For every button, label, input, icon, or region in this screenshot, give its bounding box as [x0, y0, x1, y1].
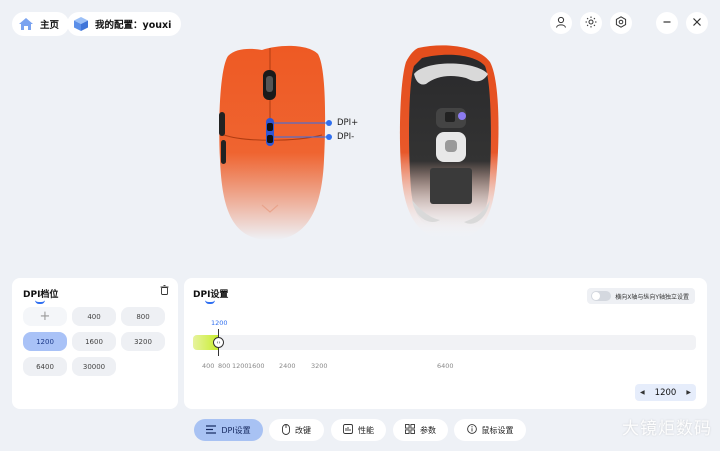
dpi-slider-track[interactable]: ‹› — [193, 329, 696, 356]
decrease-arrow-icon[interactable]: ◀ — [640, 389, 645, 396]
plus-icon: + — [39, 309, 51, 324]
add-dpi-level-button[interactable]: + — [23, 307, 67, 326]
tab-remap[interactable]: 改键 — [269, 419, 324, 441]
independent-xy-toggle[interactable] — [591, 291, 612, 301]
dpi-levels-panel: DPI档位 + 400 800 1200 1600 3200 6400 3000… — [12, 278, 178, 409]
current-dpi-label: 1200 — [211, 319, 228, 327]
home-label: 主页 — [40, 20, 60, 31]
trash-icon[interactable] — [160, 285, 169, 295]
dpi-stepper-value[interactable]: 1200 — [655, 388, 677, 398]
home-button[interactable]: 主页 — [12, 12, 70, 36]
close-button[interactable] — [686, 12, 708, 34]
window-controls — [550, 12, 708, 34]
home-icon — [18, 16, 34, 32]
dpi-tick-label: 2400 — [279, 362, 296, 370]
dpi-slider-thumb[interactable]: ‹› — [213, 337, 224, 348]
info-icon — [466, 424, 477, 436]
dpi-level-option[interactable]: 3200 — [121, 332, 165, 351]
dpi-minus-callout: DPI- — [337, 132, 355, 142]
dpi-settings-title: DPI设置 — [193, 287, 228, 304]
dpi-level-option[interactable]: 1600 — [72, 332, 116, 351]
minimize-button[interactable] — [656, 12, 678, 34]
drag-arrows-icon: ‹› — [216, 339, 221, 346]
dpi-tick-label: 6400 — [437, 362, 454, 370]
mouse-preview: DPI+ DPI- — [200, 40, 520, 250]
cube-icon — [73, 16, 89, 32]
chart-icon — [343, 424, 353, 436]
independent-xy-setting: 横向X轴与纵向Y轴独立设置 — [587, 288, 695, 304]
user-button[interactable] — [550, 12, 572, 34]
tab-mouse-settings[interactable]: 鼠标设置 — [454, 419, 526, 441]
dpi-levels-title: DPI档位 — [23, 287, 58, 304]
user-icon — [555, 16, 567, 31]
dpi-level-option[interactable]: 800 — [121, 307, 165, 326]
dpi-level-option[interactable]: 30000 — [72, 357, 116, 376]
dpi-plus-callout: DPI+ — [337, 118, 359, 128]
dpi-tick-label: 1600 — [248, 362, 265, 370]
dpi-tick-label: 400 — [202, 362, 215, 370]
mouse-top-view — [219, 45, 332, 241]
dpi-tick-label: 800 — [218, 362, 231, 370]
bottom-tab-bar: DPI设置 改键 性能 参数 鼠标设置 — [0, 419, 720, 441]
mouse-images — [219, 45, 499, 241]
tab-parameters[interactable]: 参数 — [393, 419, 448, 441]
dpi-tick-label: 3200 — [311, 362, 328, 370]
tab-performance[interactable]: 性能 — [331, 419, 386, 441]
dpi-level-option-active[interactable]: 1200 — [23, 332, 67, 351]
dpi-stepper: ◀ 1200 ▶ — [635, 384, 696, 401]
lighting-button[interactable] — [580, 12, 602, 34]
dpi-level-option[interactable]: 6400 — [23, 357, 67, 376]
increase-arrow-icon[interactable]: ▶ — [686, 389, 691, 396]
dpi-tick-label: 1200 — [232, 362, 249, 370]
dpi-level-option[interactable]: 400 — [72, 307, 116, 326]
config-selector[interactable]: 我的配置：youxi — [67, 12, 182, 36]
close-icon — [692, 17, 702, 30]
dpi-settings-panel: DPI设置 横向X轴与纵向Y轴独立设置 1200 ‹› 400 800 1200… — [184, 278, 707, 409]
sliders-icon — [206, 424, 217, 436]
minimize-icon — [662, 17, 672, 30]
hex-gear-icon — [615, 15, 627, 31]
grid-icon — [405, 424, 415, 436]
sun-icon — [585, 16, 597, 31]
config-label: 我的配置：youxi — [95, 20, 172, 31]
watermark: 大镜炬数码 — [622, 419, 712, 439]
mouse-bottom-view — [399, 45, 499, 240]
settings-button[interactable] — [610, 12, 632, 34]
independent-xy-label: 横向X轴与纵向Y轴独立设置 — [615, 293, 689, 301]
tab-dpi-settings[interactable]: DPI设置 — [194, 419, 263, 441]
mouse-icon — [282, 423, 290, 437]
